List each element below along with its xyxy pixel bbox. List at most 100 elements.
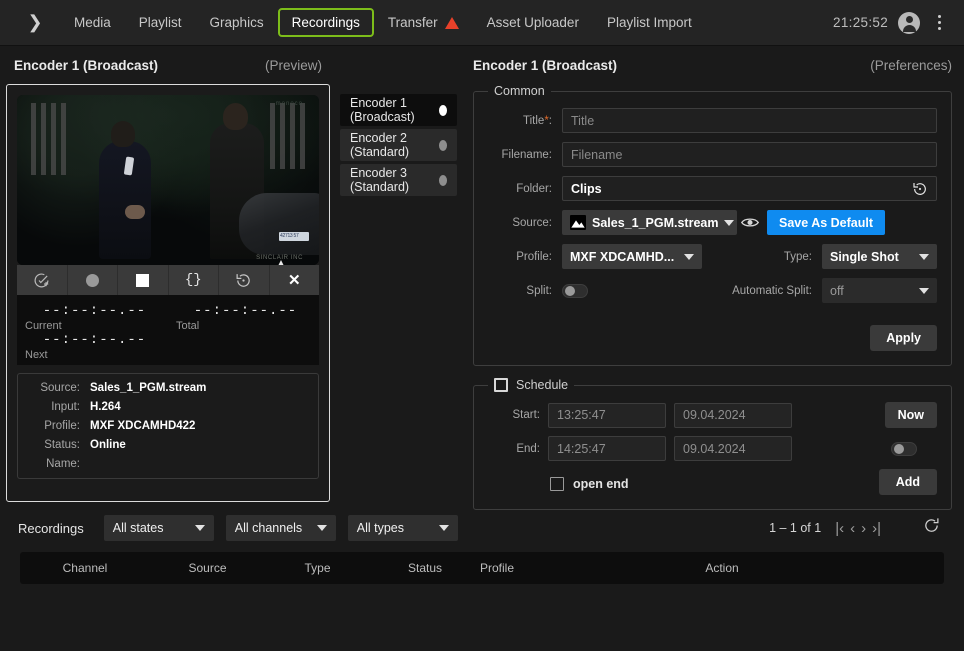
nav-item-asset-uploader[interactable]: Asset Uploader: [473, 8, 593, 37]
current-timecode-label: Current: [25, 320, 62, 332]
states-filter[interactable]: All states: [103, 515, 214, 541]
filename-input[interactable]: Filename: [562, 142, 937, 167]
next-timecode-value: --:--:--.--: [42, 332, 147, 348]
video-preview[interactable]: monoco SINCLAIR INC: [17, 95, 319, 265]
split-toggle[interactable]: [562, 283, 588, 298]
title-colon: :: [548, 114, 552, 127]
now-button[interactable]: Now: [884, 402, 937, 428]
auto-split-select[interactable]: off: [822, 278, 937, 303]
title-label-text: Title: [523, 114, 545, 127]
filename-label: Filename:: [501, 148, 553, 161]
profile-value: MXF XDCAMHD...: [570, 249, 675, 264]
preview-panel: monoco SINCLAIR INC {}: [6, 84, 330, 502]
now-button-wrap: Now: [884, 402, 937, 428]
timecode-panel: --:--:--.-- Current --:--:--.-- Total --…: [17, 295, 319, 365]
total-timecode-label: Total: [176, 320, 200, 332]
end-date-input[interactable]: 09.04.2024: [674, 436, 792, 461]
stop-button[interactable]: [118, 265, 169, 295]
schedule-checkbox[interactable]: [494, 378, 508, 392]
start-time-input[interactable]: 13:25:47: [548, 402, 666, 428]
apply-button[interactable]: Apply: [870, 325, 937, 351]
total-timecode-value: --:--:--.--: [193, 303, 298, 319]
repeat-toggle[interactable]: [891, 441, 917, 456]
pagination-buttons: |‹ ‹ › ›|: [835, 520, 881, 537]
user-avatar-icon[interactable]: [898, 11, 920, 34]
nav-item-playlist-import[interactable]: Playlist Import: [593, 8, 706, 37]
restore-icon[interactable]: [912, 181, 928, 197]
mouse-cursor: [277, 260, 285, 265]
column-header-type: Type: [304, 561, 331, 575]
nav-item-playlist[interactable]: Playlist: [125, 8, 196, 37]
types-filter[interactable]: All types: [347, 515, 458, 541]
folder-input[interactable]: Clips: [562, 176, 937, 201]
history-button[interactable]: [219, 265, 270, 295]
encoder-label: Encoder 3 (Standard): [350, 166, 410, 194]
chevron-down-icon: [438, 525, 449, 531]
nav-label: Media: [74, 15, 111, 30]
info-label: Profile:: [44, 420, 80, 432]
info-row-profile: Profile: MXF XDCAMHD422: [24, 420, 312, 432]
types-filter-value: All types: [356, 521, 405, 535]
info-label: Status:: [44, 439, 80, 451]
info-value: Online: [90, 439, 126, 451]
current-timecode-value: --:--:--.--: [42, 303, 147, 319]
close-button[interactable]: ✕: [270, 265, 320, 295]
prev-page-icon[interactable]: ‹: [850, 520, 855, 537]
encoder-item-3[interactable]: Encoder 3 (Standard): [340, 164, 457, 196]
chevron-down-icon: [919, 253, 929, 260]
type-select[interactable]: Single Shot: [822, 244, 937, 269]
profile-select[interactable]: MXF XDCAMHD...: [562, 244, 702, 269]
nav-item-media[interactable]: Media: [60, 8, 125, 37]
source-select[interactable]: Sales_1_PGM.stream: [562, 210, 737, 235]
start-date-input[interactable]: 09.04.2024: [674, 402, 792, 428]
preferences-header: Encoder 1 (Broadcast) (Preferences): [473, 46, 952, 84]
open-end-label: open end: [573, 477, 629, 491]
last-page-icon[interactable]: ›|: [872, 520, 881, 537]
add-button[interactable]: Add: [878, 469, 937, 495]
sidebar-expand-icon[interactable]: ❯: [18, 12, 52, 33]
preview-title: Encoder 1 (Broadcast): [14, 57, 159, 73]
next-page-icon[interactable]: ›: [861, 520, 866, 537]
encoder-list: Encoder 1 (Broadcast) Encoder 2 (Standar…: [336, 94, 461, 196]
kebab-menu-icon[interactable]: [930, 12, 948, 34]
eye-icon[interactable]: [737, 216, 763, 229]
chevron-down-icon: [724, 219, 735, 226]
preferences-subtitle: (Preferences): [870, 57, 952, 73]
preferences-column: Encoder 1 (Broadcast) (Preferences) Comm…: [461, 46, 964, 510]
video-license-plate: [279, 232, 309, 241]
record-button[interactable]: [68, 265, 118, 295]
preferences-panel: Encoder 1 (Broadcast) (Preferences) Comm…: [461, 46, 964, 510]
title-input[interactable]: Title: [562, 108, 937, 133]
split-toggle-wrap: [562, 283, 702, 298]
schedule-start-row: Start: 13:25:47 09.04.2024 Now: [488, 402, 937, 428]
encoder-status-dot: [439, 104, 447, 116]
channels-filter[interactable]: All channels: [225, 515, 336, 541]
info-value: Sales_1_PGM.stream: [90, 382, 207, 394]
source-row: Source: Sales_1_PGM.stream Save As Defau…: [488, 210, 937, 235]
video-person-left: [99, 121, 151, 259]
open-end-checkbox[interactable]: [550, 477, 564, 491]
chevron-down-icon: [919, 287, 929, 294]
save-as-default-button[interactable]: Save As Default: [767, 210, 886, 235]
nav-item-transfer[interactable]: Transfer: [374, 8, 473, 37]
nav-item-recordings[interactable]: Recordings: [277, 8, 374, 37]
common-legend: Common: [494, 84, 545, 98]
timecode-current: --:--:--.-- Current: [17, 303, 168, 332]
end-time-input[interactable]: 14:25:47: [548, 436, 666, 461]
repeat-toggle-wrap: [891, 441, 937, 456]
preview-column: Encoder 1 (Broadcast) (Preview) monoco S…: [0, 46, 336, 504]
refresh-icon[interactable]: [923, 517, 940, 539]
add-to-playlist-icon[interactable]: [17, 265, 68, 295]
info-value: MXF XDCAMHD422: [90, 420, 196, 432]
metadata-button[interactable]: {}: [169, 265, 219, 295]
encoder-item-2[interactable]: Encoder 2 (Standard): [340, 129, 457, 161]
info-value: H.264: [90, 401, 121, 413]
schedule-legend-label: Schedule: [516, 378, 569, 392]
type-value: Single Shot: [830, 249, 899, 264]
nav-label: Asset Uploader: [486, 15, 579, 30]
column-header-status: Status: [407, 561, 443, 575]
encoder-item-1[interactable]: Encoder 1 (Broadcast): [340, 94, 457, 126]
nav-item-graphics[interactable]: Graphics: [196, 8, 278, 37]
first-page-icon[interactable]: |‹: [835, 520, 844, 537]
video-watermark-top: monoco: [275, 101, 303, 107]
